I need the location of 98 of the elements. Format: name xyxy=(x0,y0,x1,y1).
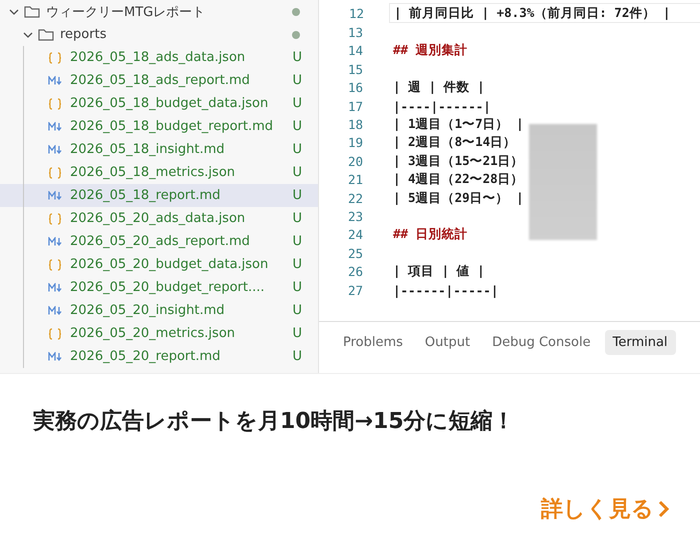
markdown-icon xyxy=(48,122,64,131)
git-status: U xyxy=(291,165,302,180)
status-dot xyxy=(292,30,300,38)
file-row[interactable]: 2026_05_20_ads_data.json U xyxy=(0,207,318,230)
file-row[interactable]: 2026_05_20_insight.md U xyxy=(0,299,318,322)
code-text: | 3週目（15〜21日） xyxy=(393,152,524,170)
panel-tab[interactable]: Problems xyxy=(335,330,411,355)
git-status: U xyxy=(291,211,302,226)
line-number: 12 xyxy=(348,6,364,21)
line-number: 14 xyxy=(346,43,363,58)
file-name: 2026_05_18_ads_data.json xyxy=(70,50,246,65)
file-row[interactable]: 2026_05_18_ads_data.json U xyxy=(0,46,318,69)
file-name: 2026_05_20_budget_report.... xyxy=(70,280,264,295)
code-text: | 前月同日比 | +8.3%（前月同日: 72件） | xyxy=(394,4,670,22)
file-row[interactable]: 2026_05_20_metrics.json U xyxy=(0,322,318,345)
line-number: 16 xyxy=(346,80,363,96)
folder-name: ウィークリーMTGレポート xyxy=(46,4,206,20)
braces-icon xyxy=(48,328,62,340)
line-number: 25 xyxy=(346,246,363,261)
file-row[interactable]: 2026_05_18_insight.md U xyxy=(0,138,318,161)
folder-row[interactable]: ウィークリーMTGレポート xyxy=(0,0,318,23)
braces-icon xyxy=(48,212,62,224)
file-name: 2026_05_18_budget_report.md xyxy=(70,119,274,134)
git-status: U xyxy=(291,119,302,134)
git-status: U xyxy=(291,50,302,65)
file-row[interactable]: 2026_05_20_budget_report.... U xyxy=(0,276,318,299)
file-name: 2026_05_20_ads_data.json xyxy=(70,211,246,226)
code-text: |------|-----| xyxy=(393,282,498,298)
line-number: 22 xyxy=(346,190,363,206)
markdown-icon xyxy=(48,145,64,154)
code-text: | 5週目（29日〜） | xyxy=(393,190,524,207)
file-name: 2026_05_18_budget_data.json xyxy=(70,96,268,111)
markdown-icon xyxy=(48,352,64,361)
file-row[interactable]: 2026_05_18_budget_data.json U xyxy=(0,92,318,115)
markdown-icon xyxy=(48,237,64,246)
file-name: 2026_05_20_report.md xyxy=(70,349,220,364)
markdown-heading: ## 週別集計 xyxy=(393,42,468,60)
folder-icon xyxy=(24,5,40,18)
code-text: | 項目 | 値 | xyxy=(393,263,485,280)
status-dot xyxy=(292,8,300,16)
file-name: 2026_05_18_insight.md xyxy=(70,142,225,157)
line-number: 20 xyxy=(346,154,363,169)
git-status: U xyxy=(291,326,302,341)
folder-name: reports xyxy=(60,27,106,42)
braces-icon xyxy=(48,258,62,270)
file-row[interactable]: 2026_05_18_budget_report.md U xyxy=(0,115,318,138)
braces-icon xyxy=(48,52,62,64)
line-number: 13 xyxy=(346,25,363,40)
file-row[interactable]: 2026_05_20_ads_report.md U xyxy=(0,230,318,253)
line-number: 23 xyxy=(346,208,363,224)
git-status: U xyxy=(291,73,302,88)
folder-icon xyxy=(38,28,54,41)
git-status: U xyxy=(291,257,302,272)
line-number: 19 xyxy=(346,135,363,150)
file-row[interactable]: 2026_05_20_report.md U xyxy=(0,345,318,368)
line-number: 27 xyxy=(346,282,363,298)
file-row[interactable]: 2026_05_18_report.md U xyxy=(0,184,318,207)
code-text: |----|------| xyxy=(393,98,491,114)
panel-tab[interactable]: Terminal xyxy=(604,330,676,355)
file-name: 2026_05_20_budget_data.json xyxy=(70,257,268,272)
panel-tab[interactable]: Debug Console xyxy=(484,330,599,355)
line-number: 21 xyxy=(346,172,363,188)
code-text: | 週 | 件数 | xyxy=(393,79,485,96)
git-status: U xyxy=(291,349,302,364)
git-status: U xyxy=(291,96,302,111)
file-name: 2026_05_18_metrics.json xyxy=(70,165,236,180)
git-status: U xyxy=(291,280,302,295)
line-number: 17 xyxy=(346,98,363,114)
git-status: U xyxy=(291,142,302,157)
file-name: 2026_05_20_metrics.json xyxy=(70,326,236,341)
file-name: 2026_05_18_ads_report.md xyxy=(70,73,250,88)
markdown-icon xyxy=(48,306,64,315)
git-status: U xyxy=(291,188,302,203)
details-link[interactable]: 詳しく見る xyxy=(541,494,670,524)
markdown-heading: ## 日別統計 xyxy=(393,226,468,244)
markdown-icon xyxy=(48,283,64,292)
markdown-icon xyxy=(48,191,64,200)
code-text: | 1週目（1〜7日） | xyxy=(393,116,524,134)
file-row[interactable]: 2026_05_20_budget_data.json U xyxy=(0,253,318,276)
braces-icon xyxy=(48,166,62,178)
line-number: 18 xyxy=(346,117,363,132)
code-text: | 4週目（22〜28日） xyxy=(393,171,524,188)
panel-tab[interactable]: Output xyxy=(416,330,478,355)
card-title: 実務の広告レポートを月10時間→15分に短縮！ xyxy=(33,408,516,436)
file-row[interactable]: 2026_05_18_ads_report.md U xyxy=(0,69,318,92)
file-name: 2026_05_18_report.md xyxy=(70,188,220,203)
file-name: 2026_05_20_insight.md xyxy=(70,303,225,318)
braces-icon xyxy=(48,98,62,110)
git-status: U xyxy=(291,234,302,249)
markdown-icon xyxy=(48,76,64,85)
chevron-right-icon xyxy=(658,499,670,519)
git-status: U xyxy=(291,303,302,318)
line-number: 26 xyxy=(346,264,363,280)
line-number: 15 xyxy=(346,62,363,77)
line-number: 24 xyxy=(346,227,363,242)
file-name: 2026_05_20_ads_report.md xyxy=(70,234,250,249)
code-text: | 2週目（8〜14日） xyxy=(393,134,516,152)
folder-row[interactable]: reports xyxy=(0,23,318,46)
